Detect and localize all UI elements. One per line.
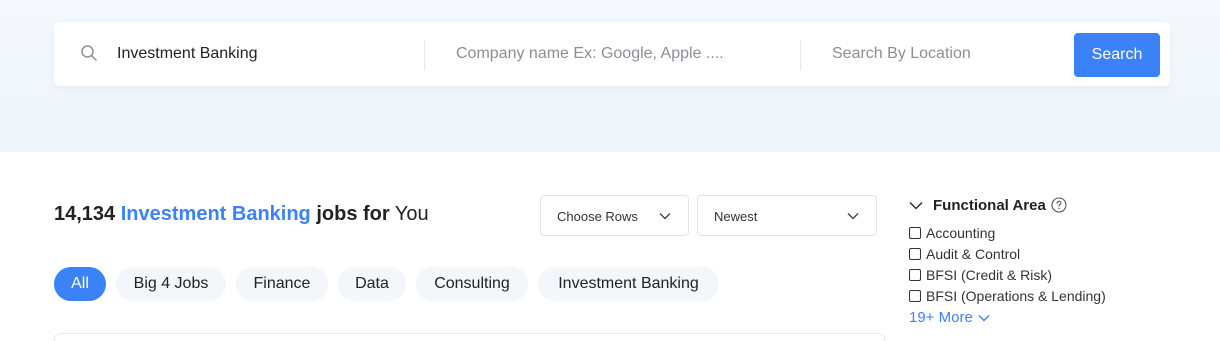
results-keyword: Investment Banking <box>120 203 311 225</box>
search-icon <box>81 45 97 61</box>
filter-option[interactable]: BFSI (Credit & Risk) <box>909 266 1052 284</box>
chevron-down-icon <box>847 213 859 220</box>
results-count: 14,134 <box>54 203 116 225</box>
results-heading: 14,134 Investment Banking jobs for You <box>54 203 429 226</box>
chevron-down-icon <box>909 201 923 210</box>
filter-option[interactable]: Audit & Control <box>909 245 1020 263</box>
chip-investment-banking[interactable]: Investment Banking <box>538 267 719 301</box>
results-middle-text: jobs for <box>316 203 390 225</box>
filter-option-label: Accounting <box>926 225 996 241</box>
show-more-link[interactable]: 19+ More <box>909 309 990 326</box>
keyword-input[interactable] <box>117 40 407 68</box>
filter-option[interactable]: Accounting <box>909 224 995 242</box>
checkbox[interactable] <box>909 227 921 239</box>
functional-area-title: Functional Area <box>933 196 1046 214</box>
search-button[interactable]: Search <box>1074 33 1160 77</box>
chip-all[interactable]: All <box>54 267 106 301</box>
functional-area-toggle[interactable]: Functional Area <box>909 195 1067 215</box>
choose-rows-select[interactable]: Choose Rows <box>540 195 689 236</box>
filter-option-label: BFSI (Credit & Risk) <box>926 267 1053 283</box>
results-suffix: You <box>394 203 429 225</box>
chevron-down-icon <box>978 314 990 321</box>
show-more-label: 19+ More <box>909 309 973 326</box>
filter-option-label: Audit & Control <box>926 246 1021 262</box>
sort-select[interactable]: Newest <box>697 195 877 236</box>
checkbox[interactable] <box>909 290 921 302</box>
sort-label: Newest <box>714 209 758 224</box>
filter-option[interactable]: BFSI (Operations & Lending) <box>909 287 1106 305</box>
help-icon[interactable] <box>1051 197 1067 213</box>
location-input[interactable] <box>832 40 1062 68</box>
checkbox[interactable] <box>909 248 921 260</box>
checkbox[interactable] <box>909 269 921 281</box>
search-divider <box>424 40 425 70</box>
choose-rows-label: Choose Rows <box>557 209 638 224</box>
chip-consulting[interactable]: Consulting <box>416 267 528 301</box>
chip-data[interactable]: Data <box>338 267 406 301</box>
filter-option-label: BFSI (Operations & Lending) <box>926 288 1106 304</box>
search-divider <box>800 40 801 70</box>
chip-big-4-jobs[interactable]: Big 4 Jobs <box>116 267 226 301</box>
chevron-down-icon <box>659 213 671 220</box>
job-card <box>54 333 885 341</box>
chip-finance[interactable]: Finance <box>236 267 328 301</box>
company-input[interactable] <box>456 40 786 68</box>
